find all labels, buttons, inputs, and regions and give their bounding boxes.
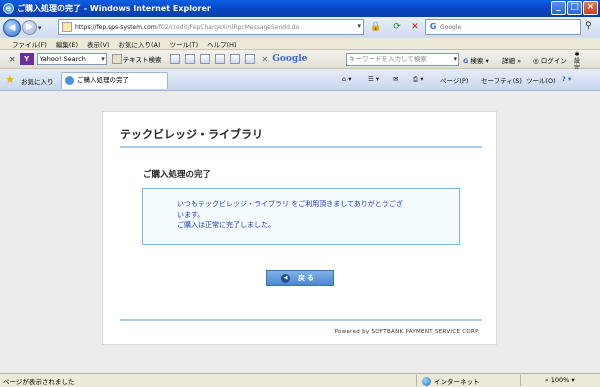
- google-search-button[interactable]: G 検索 ▾: [463, 55, 489, 65]
- mail-icon[interactable]: ✉: [393, 75, 398, 83]
- google-search-label: 検索: [470, 57, 484, 65]
- text-search-icon: [111, 54, 122, 64]
- text-search-label: テキスト検索: [122, 56, 162, 64]
- address-bar[interactable]: https://fep.sps-system.com/f02/credit/Fe…: [58, 19, 364, 35]
- tools-menu[interactable]: ツール(O): [526, 75, 556, 85]
- page-menu[interactable]: ページ(P): [440, 75, 468, 85]
- zoom-value: 100%: [550, 376, 570, 384]
- tab-page-icon: [65, 76, 74, 85]
- history-dropdown-icon[interactable]: ▾: [38, 24, 42, 32]
- menu-view[interactable]: 表示(V): [87, 39, 110, 49]
- address-dropdown-icon[interactable]: ▾: [357, 22, 361, 30]
- settings-label-1: 設: [574, 58, 581, 65]
- refresh-icon[interactable]: ⟳: [390, 20, 404, 34]
- login-label: ログイン: [540, 57, 567, 65]
- settings-icon: ✱: [574, 51, 580, 58]
- status-bar: ページが表示されました インターネット ⌕ 100% ▾: [0, 373, 600, 387]
- page-heading: ご購入処理の完了: [143, 170, 212, 180]
- back-button-label: 戻る: [298, 274, 316, 282]
- google-logo-text: Google: [272, 54, 308, 64]
- title-bar: e ご購入処理の完了 - Windows Internet Explorer _…: [0, 0, 600, 17]
- google-search-icon: G: [429, 22, 437, 31]
- maximize-button[interactable]: □: [567, 1, 582, 15]
- search-toolbar: ✕ Y Yahoo! Search テキスト検索 ✕ Google キーワードを…: [0, 50, 600, 72]
- google-toolbar-close-icon[interactable]: ✕: [262, 55, 269, 64]
- back-arrow-icon: ◀: [281, 274, 290, 283]
- status-separator: [416, 375, 417, 386]
- yahoo-search-select[interactable]: Yahoo! Search: [36, 53, 107, 65]
- toolbar-icon-3[interactable]: [199, 54, 210, 64]
- favorites-button[interactable]: お気に入り: [21, 76, 54, 86]
- address-url[interactable]: https://fep.sps-system.com/f02/credit/Fe…: [75, 24, 299, 31]
- globe-icon: [422, 376, 431, 386]
- powered-by: Powered by SOFTBANK PAYMENT SERVICE CORP…: [334, 329, 480, 335]
- url-host: fep.sps-system.com: [96, 23, 157, 31]
- menu-tools[interactable]: ツール(T): [170, 39, 199, 49]
- status-separator-2: [520, 375, 521, 386]
- toolbar-icon-4[interactable]: [214, 54, 225, 64]
- text-search-button[interactable]: テキスト検索: [111, 54, 162, 64]
- google-search-input[interactable]: キーワードを入力して検索: [346, 53, 459, 66]
- window-title: ご購入処理の完了 - Windows Internet Explorer: [17, 4, 211, 13]
- status-text: ページが表示されました: [3, 377, 75, 386]
- zoom-icon: ⌕: [545, 376, 549, 384]
- home-icon[interactable]: ⌂ ▾: [342, 75, 351, 83]
- address-row: ◀ ▶ ▾ https://fep.sps-system.com/f02/cre…: [0, 17, 600, 38]
- yahoo-icon[interactable]: Y: [19, 53, 34, 65]
- content-card: テックビレッジ・ライブラリ ご購入処理の完了 いつもテックビレッジ・ライブラリ …: [102, 111, 497, 345]
- search-input[interactable]: [440, 23, 560, 31]
- message-line-1: いつもテックビレッジ・ライブラリ をご利用頂きましてありがとうござ: [177, 200, 403, 208]
- top-divider: [120, 146, 482, 148]
- forward-nav-button[interactable]: ▶: [22, 20, 37, 35]
- favorites-star-icon[interactable]: ★: [5, 73, 15, 86]
- menu-file[interactable]: ファイル(F): [12, 39, 47, 49]
- toolbar-icon-1[interactable]: [169, 54, 180, 64]
- lock-icon[interactable]: 🔒: [369, 20, 383, 34]
- toolbar-icon-5[interactable]: [229, 54, 240, 64]
- search-go-icon[interactable]: ⚲: [585, 21, 592, 31]
- print-icon[interactable]: ⎙ ▾: [413, 75, 424, 84]
- back-nav-button[interactable]: ◀: [3, 18, 21, 37]
- zone-label: インターネット: [434, 378, 480, 386]
- back-button[interactable]: ◀ 戻る: [266, 270, 334, 286]
- menu-bar: ファイル(F) 編集(E) 表示(V) お気に入り(A) ツール(T) ヘルプ(…: [0, 38, 600, 50]
- url-path: /f02/credit/FepChargeXmlRpcMessageSendd.…: [156, 23, 300, 31]
- search-box[interactable]: G: [425, 19, 581, 35]
- security-zone[interactable]: インターネット: [422, 376, 480, 386]
- tab-row: ★ お気に入り ご購入処理の完了 ⌂ ▾ ☰ ▾ ✉ ⎙ ▾ ページ(P) セー…: [0, 69, 600, 91]
- menu-edit[interactable]: 編集(E): [56, 39, 78, 49]
- close-button[interactable]: ×: [583, 1, 598, 15]
- feeds-icon[interactable]: ☰ ▾: [368, 75, 379, 83]
- menu-help[interactable]: ヘルプ(H): [207, 39, 236, 49]
- message-line-3: ご購入は正常に完了しました。: [177, 221, 275, 229]
- bottom-divider: [120, 319, 482, 321]
- message-line-2: います。: [177, 210, 205, 219]
- google-g-icon: G: [463, 57, 469, 65]
- more-details-button[interactable]: 詳細 »: [502, 55, 521, 65]
- toolbar-icon-2[interactable]: [184, 54, 195, 64]
- minimize-button[interactable]: _: [551, 1, 566, 15]
- ie-icon: e: [3, 3, 14, 14]
- message-box: いつもテックビレッジ・ライブラリ をご利用頂きましてありがとうござ います。 ご…: [142, 188, 460, 245]
- zoom-control[interactable]: ⌕ 100% ▾: [545, 376, 575, 385]
- tab-title: ご購入処理の完了: [77, 76, 129, 84]
- toolbar-icon-group: [169, 54, 255, 64]
- url-prefix: https://: [75, 23, 97, 31]
- page-viewport: テックビレッジ・ライブラリ ご購入処理の完了 いつもテックビレッジ・ライブラリ …: [0, 91, 600, 373]
- menu-favorites[interactable]: お気に入り(A): [119, 39, 161, 49]
- login-button[interactable]: ◎ ログイン: [533, 55, 567, 65]
- brand-title: テックビレッジ・ライブラリ: [120, 128, 263, 141]
- toolbar-close-icon[interactable]: ✕: [9, 55, 16, 64]
- safety-menu[interactable]: セーフティ(S): [481, 75, 522, 85]
- stop-icon[interactable]: ✕: [408, 20, 422, 34]
- google-logo: Google: [272, 54, 307, 64]
- page-icon: [62, 22, 72, 32]
- tab-active[interactable]: ご購入処理の完了: [61, 72, 168, 89]
- window-controls: _ □ ×: [551, 1, 598, 15]
- toolbar-icon-6[interactable]: [244, 54, 255, 64]
- help-icon[interactable]: ? ▾: [562, 75, 571, 83]
